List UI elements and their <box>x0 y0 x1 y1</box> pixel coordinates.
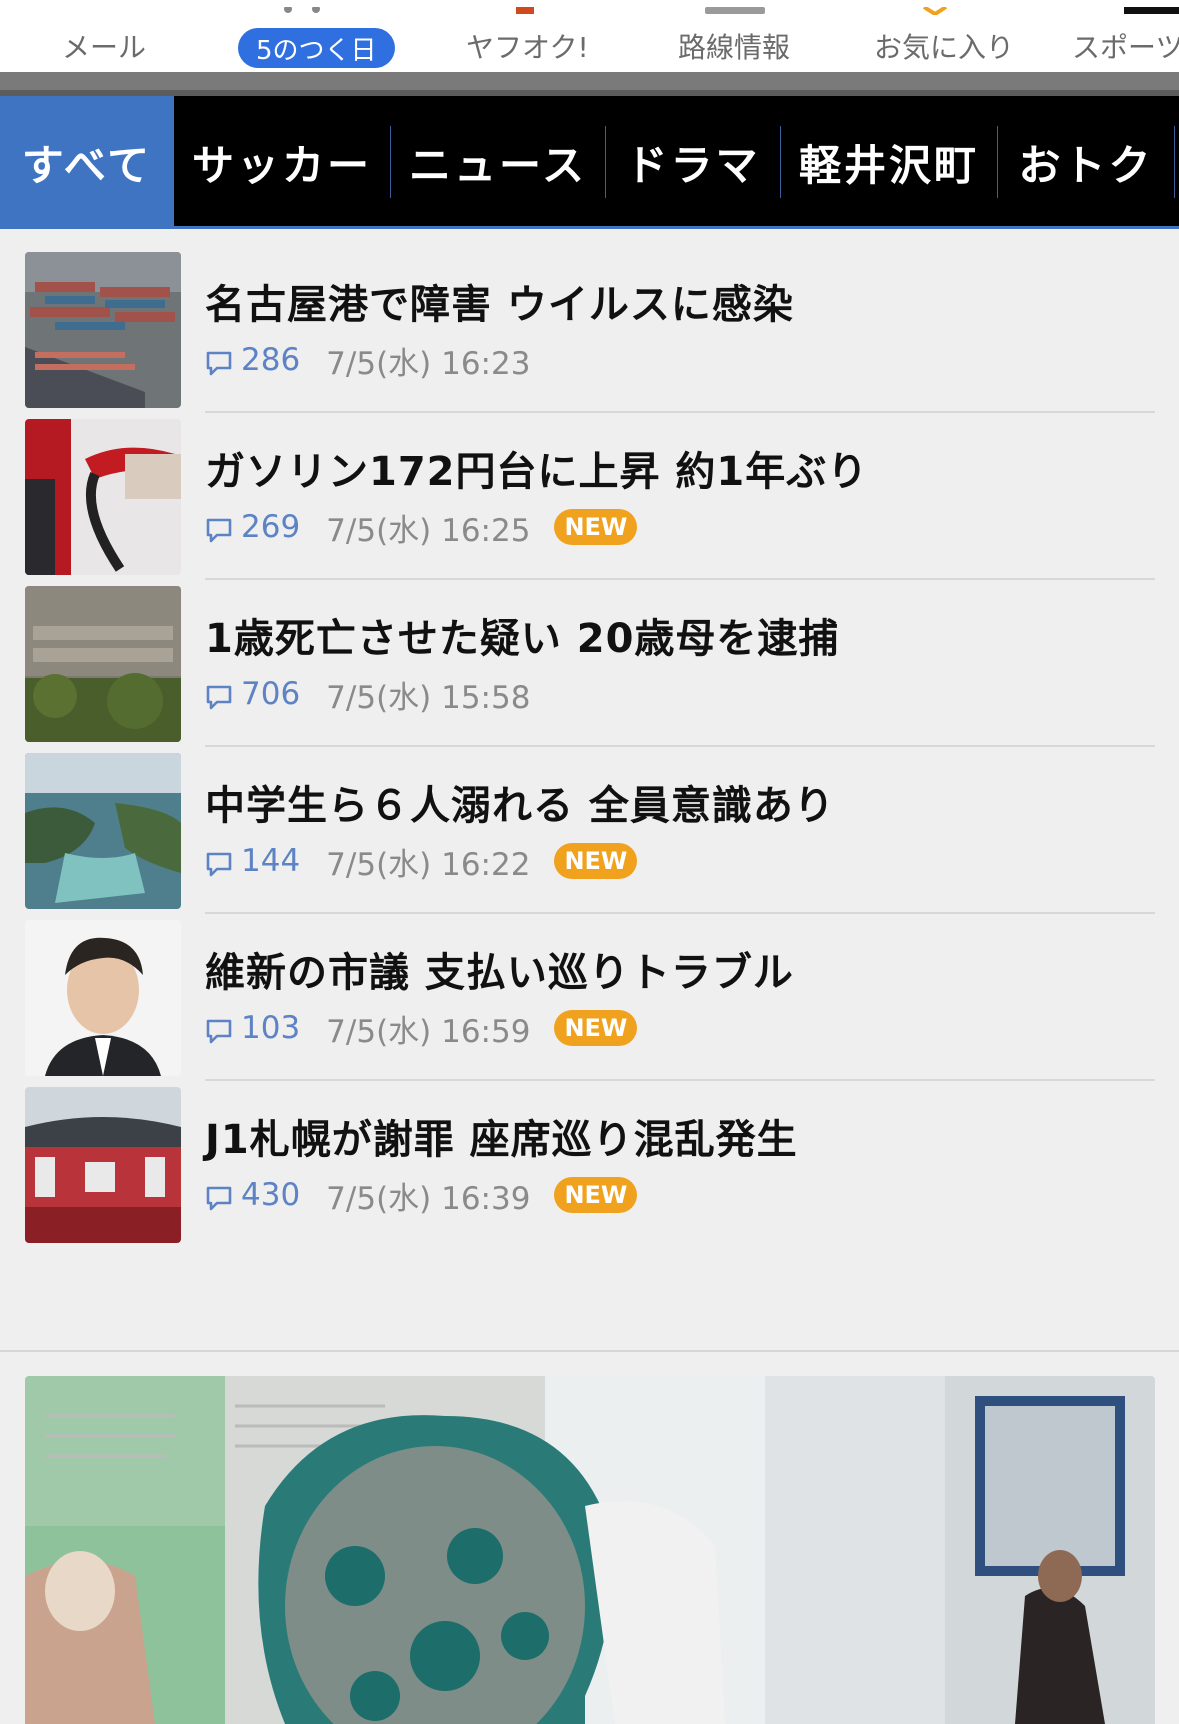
featured-image[interactable] <box>25 1376 1155 1724</box>
new-badge: NEW <box>554 1010 638 1046</box>
service-favorites[interactable]: お気に入り <box>874 24 1014 68</box>
comment-count[interactable]: 430 <box>241 1177 300 1213</box>
auction-icon <box>512 0 538 14</box>
comment-icon <box>206 1019 232 1044</box>
tab-all-label: すべて <box>21 140 153 190</box>
article-date: 7/5(水) 16:39 <box>326 1180 531 1217</box>
comment-icon <box>206 351 232 376</box>
comment-icon <box>206 685 232 710</box>
header-separator <box>0 72 1179 96</box>
article-meta: 706 7/5(水) 15:58 <box>205 674 554 716</box>
comment-count[interactable]: 706 <box>241 676 300 712</box>
service-route-label: 路線情報 <box>678 31 791 64</box>
service-route[interactable]: 路線情報 <box>678 24 790 68</box>
train-icon <box>705 0 765 14</box>
article-title[interactable]: 1歳死亡させた疑い 20歳母を逮捕 <box>205 606 1155 664</box>
service-5tsukubi-label: 5のつく日 <box>256 35 377 66</box>
comment-count[interactable]: 286 <box>241 342 300 378</box>
list-item[interactable]: J1札幌が謝罪 座席巡り混乱発生 430 7/5(水) 16:39 NEW <box>0 1065 1179 1248</box>
article-meta: 286 7/5(水) 16:23 <box>205 340 554 382</box>
tab-soccer-label: サッカー <box>191 140 372 190</box>
tab-news-label: ニュース <box>409 140 587 190</box>
article-meta: 103 7/5(水) 16:59 NEW <box>205 1008 638 1050</box>
article-date: 7/5(水) 16:59 <box>326 1013 531 1050</box>
article-date: 7/5(水) 15:58 <box>326 679 531 716</box>
article-thumbnail[interactable] <box>25 419 181 575</box>
article-thumbnail[interactable] <box>25 252 181 408</box>
tab-news[interactable]: ニュース <box>391 96 605 228</box>
service-mail[interactable]: メール <box>62 24 146 68</box>
service-yahuoku-label: ヤフオク! <box>466 31 589 64</box>
article-thumbnail[interactable] <box>25 586 181 742</box>
new-badge: NEW <box>554 509 638 545</box>
sports-icon <box>1124 0 1179 14</box>
tab-karuizawa-label: 軽井沢町 <box>798 140 979 190</box>
article-title[interactable]: 維新の市議 支払い巡りトラブル <box>205 940 1155 998</box>
service-yahuoku[interactable]: ヤフオク! <box>466 24 589 68</box>
comment-icon <box>206 852 232 877</box>
article-thumbnail[interactable] <box>25 1087 181 1243</box>
service-sports-label: スポーツ <box>1072 31 1179 64</box>
service-5tsukubi[interactable]: 5のつく日 <box>238 28 395 68</box>
list-item[interactable]: 1歳死亡させた疑い 20歳母を逮捕 706 7/5(水) 15:58 <box>0 564 1179 747</box>
article-date: 7/5(水) 16:23 <box>326 345 531 382</box>
new-badge: NEW <box>554 843 638 879</box>
tab-all[interactable]: すべて <box>0 96 174 228</box>
article-title[interactable]: 名古屋港で障害 ウイルスに感染 <box>205 272 1155 330</box>
article-meta: 144 7/5(水) 16:22 NEW <box>205 841 638 883</box>
section-divider <box>0 1350 1179 1352</box>
comment-icon <box>206 1186 232 1211</box>
article-thumbnail[interactable] <box>25 920 181 1076</box>
article-meta: 269 7/5(水) 16:25 NEW <box>205 507 638 549</box>
new-badge: NEW <box>554 1177 638 1213</box>
article-date: 7/5(水) 16:25 <box>326 512 531 549</box>
article-thumbnail[interactable] <box>25 753 181 909</box>
tab-karuizawa[interactable]: 軽井沢町 <box>781 96 997 228</box>
service-bar: メール 5のつく日 ヤフオク! 路線情報 お気に入り スポーツ <box>0 0 1179 72</box>
article-title[interactable]: J1札幌が謝罪 座席巡り混乱発生 <box>205 1107 1155 1165</box>
service-mail-label: メール <box>62 31 147 64</box>
article-title[interactable]: ガソリン172円台に上昇 約1年ぶり <box>205 439 1155 497</box>
cart-icon <box>272 0 332 13</box>
list-item[interactable]: 名古屋港で障害 ウイルスに感染 286 7/5(水) 16:23 <box>0 230 1179 413</box>
service-sports[interactable]: スポーツ <box>1072 24 1179 68</box>
tabs-underline <box>0 226 1179 229</box>
article-meta: 430 7/5(水) 16:39 NEW <box>205 1175 638 1217</box>
article-date: 7/5(水) 16:22 <box>326 846 531 883</box>
service-favorites-label: お気に入り <box>874 31 1015 64</box>
comment-count[interactable]: 144 <box>241 843 300 879</box>
category-tabs: すべて サッカー ニュース ドラマ 軽井沢町 おトク <box>0 96 1179 228</box>
list-item[interactable]: ガソリン172円台に上昇 約1年ぶり 269 7/5(水) 16:25 NEW <box>0 397 1179 580</box>
comment-count[interactable]: 269 <box>241 509 300 545</box>
list-item[interactable]: 維新の市議 支払い巡りトラブル 103 7/5(水) 16:59 NEW <box>0 898 1179 1081</box>
list-item[interactable]: 中学生ら６人溺れる 全員意識あり 144 7/5(水) 16:22 NEW <box>0 731 1179 914</box>
tab-soccer[interactable]: サッカー <box>174 96 390 228</box>
tab-drama-label: ドラマ <box>625 140 761 190</box>
comment-icon <box>206 518 232 543</box>
tab-drama[interactable]: ドラマ <box>606 96 780 228</box>
star-icon <box>920 0 950 17</box>
article-title[interactable]: 中学生ら６人溺れる 全員意識あり <box>205 773 1155 831</box>
tab-otoku[interactable]: おトク <box>998 96 1174 228</box>
comment-count[interactable]: 103 <box>241 1010 300 1046</box>
tab-otoku-label: おトク <box>1018 140 1154 190</box>
tab-divider <box>1174 126 1175 198</box>
